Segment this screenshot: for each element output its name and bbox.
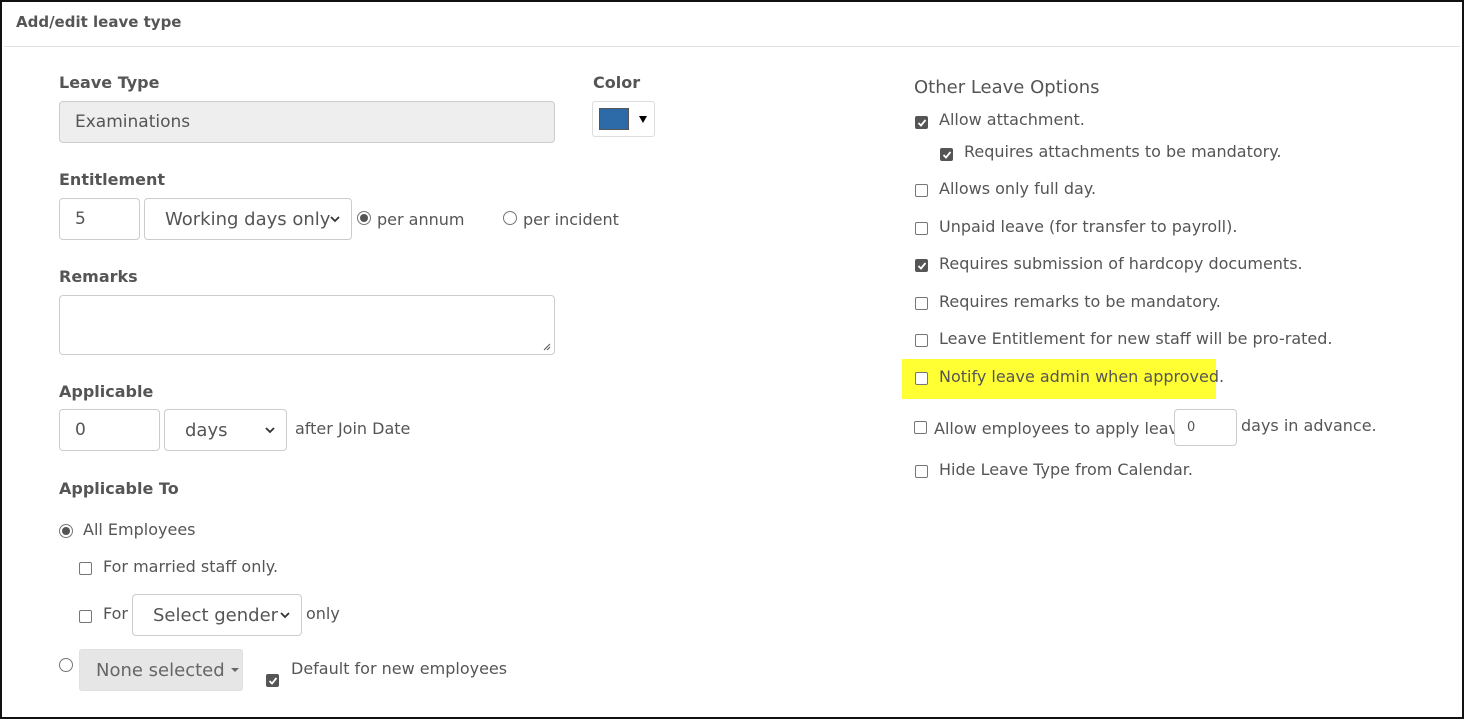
hide-calendar-label: Hide Leave Type from Calendar. (939, 460, 1193, 479)
notify-admin-checkbox[interactable] (915, 372, 928, 385)
for-label: For (103, 604, 128, 623)
pro-rated-checkbox[interactable] (915, 334, 928, 347)
leave-type-input[interactable]: Examinations (59, 101, 555, 143)
group-select-radio[interactable] (59, 658, 73, 672)
resize-grip-icon (543, 343, 551, 351)
applicable-to-label: Applicable To (59, 479, 179, 498)
attachments-mandatory-label: Requires attachments to be mandatory. (964, 142, 1282, 161)
after-join-date-label: after Join Date (295, 419, 411, 438)
color-picker-button[interactable] (592, 101, 655, 137)
none-selected-dropdown[interactable]: None selected (79, 649, 243, 691)
gender-select[interactable]: Select gender (132, 594, 302, 636)
per-annum-label: per annum (377, 210, 465, 229)
pro-rated-label: Leave Entitlement for new staff will be … (939, 329, 1333, 348)
allow-attachment-checkbox[interactable] (915, 116, 928, 129)
applicable-amount-value: 0 (75, 420, 86, 440)
hardcopy-docs-checkbox[interactable] (915, 259, 928, 272)
advance-days-input[interactable]: 0 (1174, 409, 1237, 446)
per-incident-radio[interactable] (503, 211, 517, 225)
applicable-unit-value: days (185, 419, 228, 441)
entitlement-unit-select[interactable]: Working days only (144, 198, 352, 240)
applicable-amount-input[interactable]: 0 (59, 409, 160, 451)
leave-type-label: Leave Type (59, 73, 160, 92)
apply-in-advance-suffix: days in advance. (1241, 416, 1377, 435)
applicable-label: Applicable (59, 382, 154, 401)
per-incident-label: per incident (523, 210, 619, 229)
checkmark-icon (917, 262, 927, 270)
per-annum-radio[interactable] (357, 211, 371, 225)
gender-select-value: Select gender (153, 604, 279, 626)
entitlement-amount-value: 5 (75, 209, 86, 229)
all-employees-label: All Employees (83, 520, 196, 539)
married-only-checkbox[interactable] (79, 562, 92, 575)
entitlement-unit-value: Working days only (165, 208, 331, 230)
caret-down-icon (230, 668, 239, 672)
color-dropdown-caret-icon (639, 116, 647, 123)
full-day-only-checkbox[interactable] (915, 184, 928, 197)
default-new-checkbox[interactable] (266, 674, 279, 687)
allow-attachment-label: Allow attachment. (939, 110, 1085, 129)
remarks-textarea[interactable] (59, 295, 555, 355)
entitlement-label: Entitlement (59, 170, 165, 189)
hide-calendar-checkbox[interactable] (915, 465, 928, 478)
none-selected-label: None selected (96, 659, 225, 681)
entitlement-amount-input[interactable]: 5 (59, 198, 140, 240)
header-divider (4, 46, 1460, 47)
leave-type-value: Examinations (75, 112, 191, 132)
remarks-mandatory-checkbox[interactable] (915, 297, 928, 310)
remarks-label: Remarks (59, 267, 138, 286)
checkmark-icon (942, 151, 952, 159)
only-label: only (306, 604, 340, 623)
notify-admin-label: Notify leave admin when approved. (939, 367, 1225, 386)
checkmark-icon (268, 677, 278, 685)
color-label: Color (593, 73, 641, 92)
chevron-down-icon (280, 612, 290, 619)
unpaid-leave-label: Unpaid leave (for transfer to payroll). (939, 217, 1238, 236)
hardcopy-docs-label: Requires submission of hardcopy document… (939, 254, 1303, 273)
dialog-title: Add/edit leave type (16, 13, 182, 31)
all-employees-radio[interactable] (59, 524, 73, 538)
chevron-down-icon (265, 427, 275, 434)
advance-days-value: 0 (1187, 420, 1196, 435)
gender-restrict-checkbox[interactable] (79, 610, 92, 623)
apply-in-advance-prefix: Allow employees to apply leave (934, 419, 1188, 438)
married-only-label: For married staff only. (103, 557, 279, 576)
other-options-heading: Other Leave Options (914, 77, 1100, 98)
full-day-only-label: Allows only full day. (939, 179, 1097, 198)
apply-in-advance-checkbox[interactable] (914, 421, 927, 434)
chevron-down-icon (330, 216, 340, 223)
applicable-unit-select[interactable]: days (164, 409, 287, 451)
color-swatch (599, 108, 629, 130)
default-new-label: Default for new employees (291, 659, 508, 678)
unpaid-leave-checkbox[interactable] (915, 222, 928, 235)
remarks-mandatory-label: Requires remarks to be mandatory. (939, 292, 1221, 311)
checkmark-icon (917, 119, 927, 127)
attachments-mandatory-checkbox[interactable] (940, 148, 953, 161)
